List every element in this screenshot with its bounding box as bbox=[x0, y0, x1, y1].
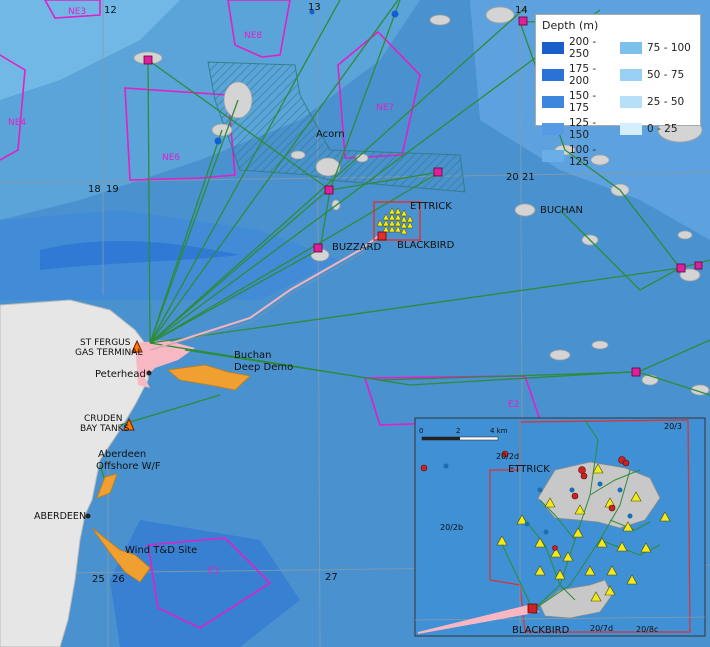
label-block-25: 25 bbox=[92, 574, 105, 585]
label-buchan: BUCHAN bbox=[540, 205, 583, 216]
legend-swatch bbox=[620, 96, 642, 108]
label-block-18: 18 bbox=[88, 184, 101, 195]
label-e3: E3 bbox=[208, 566, 219, 576]
label-st-fergus-2: GAS TERMINAL bbox=[75, 348, 142, 358]
legend-swatch bbox=[542, 42, 564, 54]
inset-label-20-8c: 20/8c bbox=[636, 625, 658, 634]
legend-title: Depth (m) bbox=[542, 19, 599, 32]
label-block-12: 12 bbox=[104, 5, 117, 16]
scale-label-0: 0 bbox=[419, 427, 423, 435]
label-ettrick: ETTRICK bbox=[410, 201, 452, 212]
inset-label-blackbird: BLACKBIRD bbox=[512, 625, 570, 636]
label-ne8: NE8 bbox=[244, 31, 262, 41]
legend-item: 0 - 25 bbox=[620, 117, 694, 141]
legend-swatch bbox=[620, 69, 642, 81]
legend-items: 200 - 250 75 - 100 175 - 200 50 - 75 150… bbox=[542, 36, 694, 168]
legend-swatch bbox=[542, 96, 564, 108]
label-ne3: NE3 bbox=[68, 7, 86, 17]
inset-label-20-7d: 20/7d bbox=[590, 624, 613, 633]
label-buchan-demo-2: Deep Demo bbox=[234, 362, 293, 373]
label-aberdeen-wf-2: Offshore W/F bbox=[96, 461, 161, 472]
legend-swatch bbox=[542, 150, 564, 162]
scale-label-4km: 4 km bbox=[490, 427, 508, 435]
label-aberdeen: ABERDEEN bbox=[34, 511, 86, 522]
label-e2: E2 bbox=[508, 400, 519, 410]
label-st-fergus-1: ST FERGUS bbox=[80, 338, 131, 348]
inset-label-20-3: 20/3 bbox=[664, 422, 682, 431]
label-block-13: 13 bbox=[308, 2, 321, 13]
legend-label: 75 - 100 bbox=[647, 42, 691, 54]
depth-legend: Depth (m) 200 - 250 75 - 100 175 - 200 5… bbox=[535, 14, 701, 168]
inset-label-20-2b: 20/2b bbox=[440, 523, 463, 532]
legend-item: 175 - 200 bbox=[542, 63, 616, 87]
inset-map[interactable]: 0 2 4 km 20/2d 20/2b 20/3 20/7d 20/8c ET… bbox=[414, 417, 706, 637]
label-buzzard: BUZZARD bbox=[332, 242, 381, 253]
label-aberdeen-wf-1: Aberdeen bbox=[98, 449, 146, 460]
label-peterhead: Peterhead bbox=[95, 369, 146, 380]
label-buchan-demo-1: Buchan bbox=[234, 350, 272, 361]
legend-item: 200 - 250 bbox=[542, 36, 616, 60]
legend-label: 0 - 25 bbox=[647, 123, 678, 135]
label-block-14: 14 bbox=[515, 5, 528, 16]
label-cruden-2: BAY TANKS bbox=[80, 424, 130, 434]
label-block-21: 21 bbox=[522, 172, 535, 183]
inset-blackbird-platform bbox=[527, 603, 538, 614]
legend-swatch bbox=[620, 42, 642, 54]
label-ne7: NE7 bbox=[376, 103, 394, 113]
legend-item: 100 - 125 bbox=[542, 144, 616, 168]
legend-swatch bbox=[542, 69, 564, 81]
legend-item: 50 - 75 bbox=[620, 63, 694, 87]
label-cruden-1: CRUDEN bbox=[84, 414, 122, 424]
legend-label: 125 - 150 bbox=[569, 117, 597, 141]
legend-swatch bbox=[620, 123, 642, 135]
label-block-20: 20 bbox=[506, 172, 519, 183]
legend-label: 50 - 75 bbox=[647, 69, 685, 81]
label-ne6: NE6 bbox=[162, 153, 180, 163]
legend-label: 100 - 125 bbox=[569, 144, 597, 168]
scale-label-2: 2 bbox=[456, 427, 460, 435]
legend-item: 150 - 175 bbox=[542, 90, 616, 114]
label-ne4: NE4 bbox=[8, 118, 26, 128]
legend-label: 25 - 50 bbox=[647, 96, 685, 108]
label-blackbird: BLACKBIRD bbox=[397, 240, 455, 251]
label-block-27: 27 bbox=[325, 572, 338, 583]
legend-item: 25 - 50 bbox=[620, 90, 694, 114]
label-block-26: 26 bbox=[112, 574, 125, 585]
legend-label: 150 - 175 bbox=[569, 90, 597, 114]
legend-label: 200 - 250 bbox=[569, 36, 597, 60]
inset-label-20-2d: 20/2d bbox=[496, 452, 519, 461]
legend-label: 175 - 200 bbox=[569, 63, 597, 87]
label-wind-td: Wind T&D Site bbox=[125, 545, 197, 556]
label-block-19: 19 bbox=[106, 184, 119, 195]
inset-label-ettrick: ETTRICK bbox=[508, 464, 550, 475]
legend-item: 75 - 100 bbox=[620, 36, 694, 60]
legend-item: 125 - 150 bbox=[542, 117, 616, 141]
legend-swatch bbox=[542, 123, 564, 135]
blackbird-platform bbox=[377, 231, 387, 241]
label-acorn: Acorn bbox=[316, 129, 345, 140]
